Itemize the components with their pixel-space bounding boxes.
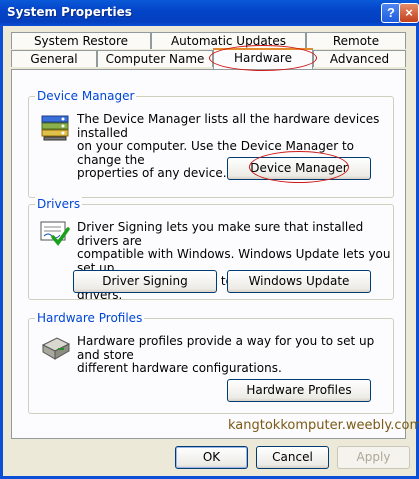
tab-label: System Restore	[33, 34, 129, 48]
tab-label: Hardware	[234, 51, 292, 65]
hardware-profiles-icon	[41, 337, 71, 360]
button-label: Hardware Profiles	[246, 383, 352, 397]
tab-label: Remote	[332, 34, 380, 48]
tab-hardware[interactable]: Hardware	[213, 48, 313, 69]
apply-button[interactable]: Apply	[337, 446, 410, 469]
tab-remote[interactable]: Remote	[306, 32, 406, 49]
help-icon: ?	[387, 5, 395, 20]
ok-button[interactable]: OK	[175, 446, 248, 469]
description-line: Hardware profiles provide a way for you …	[77, 334, 375, 362]
windows-update-button[interactable]: Windows Update	[227, 270, 371, 293]
button-label: Windows Update	[248, 274, 350, 288]
tab-system-restore[interactable]: System Restore	[11, 32, 151, 49]
button-label: Device Manager	[250, 161, 348, 175]
driver-signing-button[interactable]: Driver Signing	[73, 270, 217, 293]
tab-label: Computer Name	[105, 52, 205, 66]
driver-signing-icon	[40, 221, 70, 246]
window-title: System Properties	[7, 5, 132, 19]
description-line: different hardware configurations.	[77, 361, 282, 375]
tab-general[interactable]: General	[11, 50, 97, 67]
drivers-group: Drivers Driver Signing lets you make sur…	[28, 197, 394, 301]
dialog-client-area: System Restore Automatic Updates Remote …	[3, 26, 419, 476]
tab-automatic-updates[interactable]: Automatic Updates	[151, 32, 306, 49]
hardware-profiles-button[interactable]: Hardware Profiles	[227, 379, 371, 402]
hardware-tab-panel: Device Manager The Device Manager lists …	[11, 69, 406, 439]
hardware-profiles-description: Hardware profiles provide a way for you …	[77, 334, 393, 376]
cancel-button[interactable]: Cancel	[256, 446, 329, 469]
tab-computer-name[interactable]: Computer Name	[97, 50, 213, 67]
system-properties-window: System Properties ? × System Restore Aut…	[0, 0, 419, 479]
device-manager-icon	[41, 115, 69, 141]
hardware-profiles-group: Hardware Profiles Hardware profiles prov…	[28, 311, 394, 414]
watermark-text: kangtokkomputer.weebly.com	[228, 418, 419, 433]
title-bar[interactable]: System Properties ? ×	[0, 0, 419, 26]
help-button[interactable]: ?	[381, 3, 401, 23]
close-button[interactable]: ×	[399, 3, 419, 23]
button-label: Cancel	[272, 450, 313, 464]
device-manager-button[interactable]: Device Manager	[227, 157, 371, 180]
tab-label: Automatic Updates	[170, 34, 287, 48]
description-line: Driver Signing lets you make sure that i…	[77, 220, 364, 248]
tab-label: General	[30, 52, 78, 66]
tab-label: Advanced	[329, 52, 390, 66]
hardware-profiles-heading: Hardware Profiles	[35, 311, 145, 325]
drivers-heading: Drivers	[35, 197, 83, 211]
button-label: Driver Signing	[102, 274, 188, 288]
button-label: OK	[202, 450, 221, 464]
tab-advanced[interactable]: Advanced	[313, 50, 406, 67]
device-manager-group: Device Manager The Device Manager lists …	[28, 89, 394, 198]
button-label: Apply	[356, 450, 391, 464]
device-manager-heading: Device Manager	[35, 89, 137, 103]
description-line: The Device Manager lists all the hardwar…	[77, 112, 380, 140]
close-icon: ×	[405, 5, 413, 20]
